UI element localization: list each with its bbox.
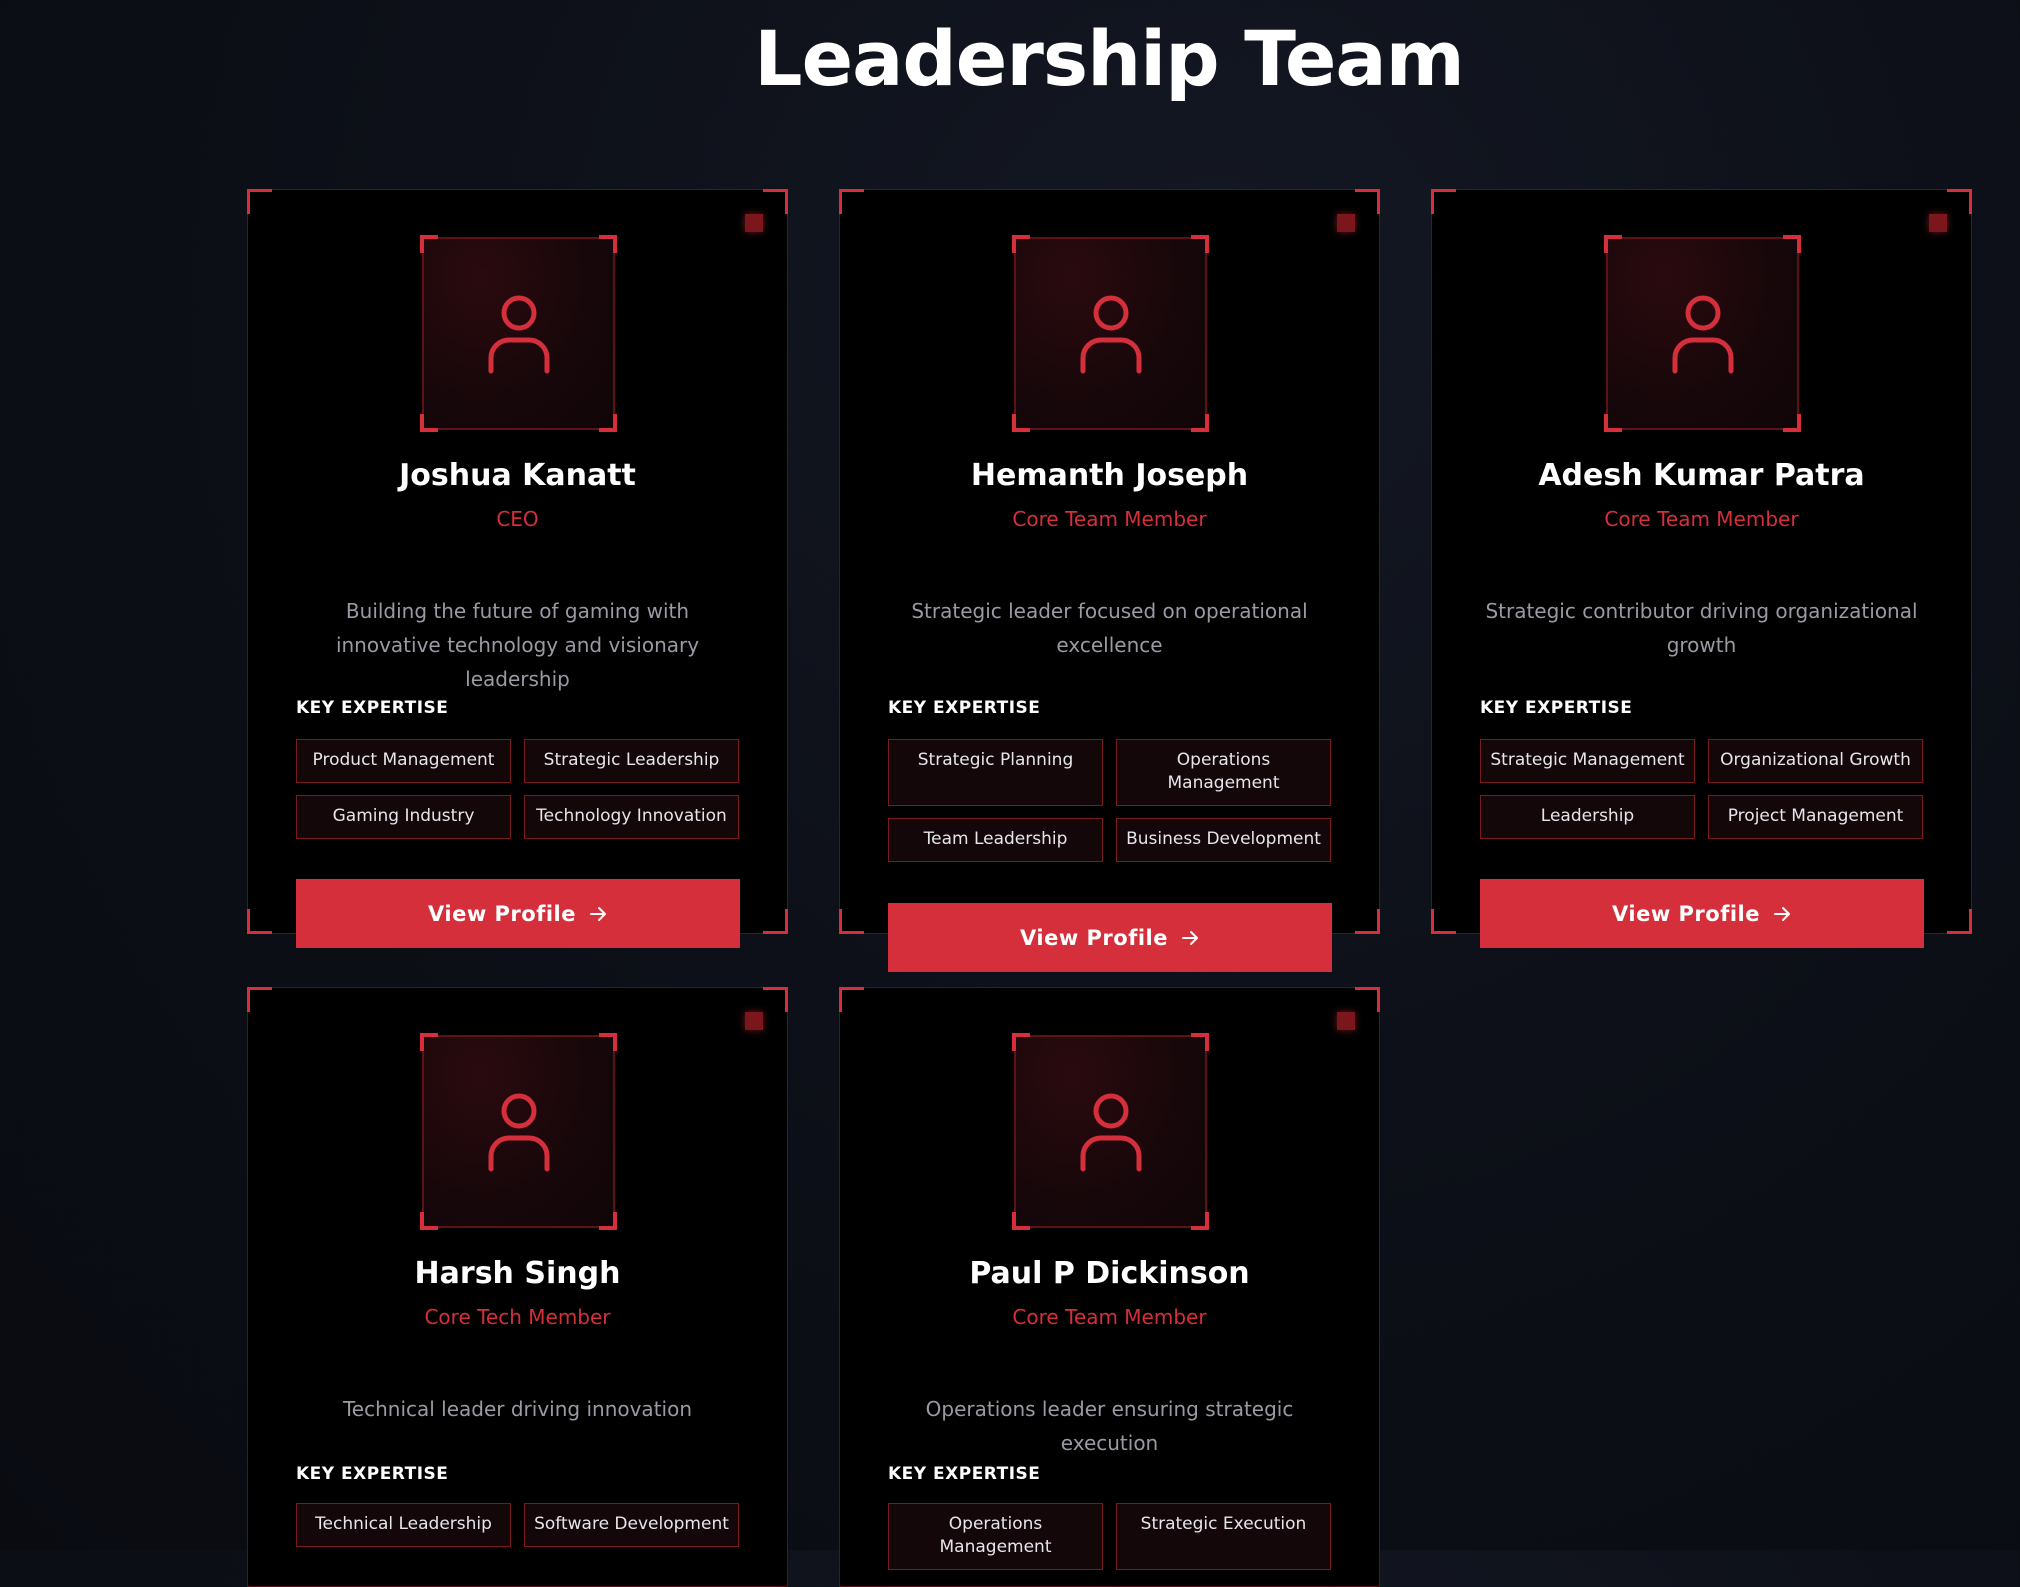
expertise-heading: KEY EXPERTISE: [296, 698, 449, 718]
member-description: Technical leader driving innovation: [342, 1397, 693, 1421]
view-profile-label: View Profile: [1612, 901, 1760, 926]
expertise-tag: Product Management: [296, 739, 511, 783]
expertise-tag: Organizational Growth: [1708, 739, 1923, 783]
expertise-tag: Operations Management: [1116, 739, 1331, 806]
expertise-tag: Software Development: [524, 1503, 739, 1547]
card-corner-bracket: [1355, 987, 1380, 1012]
card-corner-bracket: [1947, 189, 1972, 214]
expertise-heading: KEY EXPERTISE: [296, 1464, 449, 1484]
card-corner-bracket: [247, 909, 272, 934]
avatar: [1012, 1033, 1209, 1230]
team-card-harsh-singh: Harsh Singh Core Tech Member Technical l…: [247, 987, 788, 1587]
card-corner-bracket: [763, 909, 788, 934]
view-profile-button[interactable]: View Profile: [1480, 879, 1924, 948]
view-profile-button[interactable]: View Profile: [296, 879, 740, 948]
card-corner-bracket: [839, 909, 864, 934]
arrow-right-icon: [1772, 904, 1792, 924]
expertise-tag: Technical Leadership: [296, 1503, 511, 1547]
card-corner-bracket: [1355, 189, 1380, 214]
avatar: [1604, 235, 1801, 432]
member-name: Joshua Kanatt: [399, 458, 636, 493]
card-corner-bracket: [839, 987, 864, 1012]
user-icon: [488, 295, 549, 373]
user-icon: [1080, 1093, 1141, 1171]
view-profile-button[interactable]: View Profile: [888, 903, 1332, 972]
avatar: [420, 235, 617, 432]
card-corner-bracket: [1431, 189, 1456, 214]
member-role: Core Team Member: [1604, 507, 1799, 531]
page-title: Leadership Team: [754, 14, 1465, 103]
member-role: Core Team Member: [1012, 507, 1207, 531]
arrow-right-icon: [1180, 928, 1200, 948]
member-description: Strategic contributor driving organizati…: [1485, 599, 1918, 657]
expertise-heading: KEY EXPERTISE: [888, 698, 1041, 718]
expertise-tags: Operations Management Strategic Executio…: [888, 1503, 1332, 1570]
status-indicator: [745, 214, 763, 232]
avatar: [420, 1033, 617, 1230]
card-corner-bracket: [839, 189, 864, 214]
user-icon: [1672, 295, 1733, 373]
card-corner-bracket: [1355, 909, 1380, 934]
member-name: Harsh Singh: [414, 1256, 621, 1291]
member-role: CEO: [496, 507, 539, 531]
card-corner-bracket: [247, 189, 272, 214]
team-card-hemanth-joseph: Hemanth Joseph Core Team Member Strategi…: [839, 189, 1380, 972]
expertise-tags: Strategic Management Organizational Grow…: [1480, 739, 1924, 839]
expertise-tag: Strategic Leadership: [524, 739, 739, 783]
expertise-tag: Team Leadership: [888, 818, 1103, 862]
member-name: Paul P Dickinson: [969, 1256, 1250, 1291]
status-indicator: [1337, 214, 1355, 232]
user-icon: [1080, 295, 1141, 373]
expertise-tag: Business Development: [1116, 818, 1331, 862]
expertise-heading: KEY EXPERTISE: [1480, 698, 1633, 718]
view-profile-label: View Profile: [1020, 925, 1168, 950]
expertise-tag: Leadership: [1480, 795, 1695, 839]
team-card-adesh-kumar-patra: Adesh Kumar Patra Core Team Member Strat…: [1431, 189, 1972, 948]
expertise-tag: Strategic Planning: [888, 739, 1103, 806]
expertise-tags: Technical Leadership Software Developmen…: [296, 1503, 740, 1547]
member-name: Adesh Kumar Patra: [1538, 458, 1865, 493]
team-card-joshua-kanatt: Joshua Kanatt CEO Building the future of…: [247, 189, 788, 948]
status-indicator: [745, 1012, 763, 1030]
member-description: Building the future of gaming with innov…: [335, 599, 700, 691]
expertise-tag: Technology Innovation: [524, 795, 739, 839]
status-indicator: [1337, 1012, 1355, 1030]
member-description: Strategic leader focused on operational …: [911, 599, 1308, 657]
expertise-tag: Operations Management: [888, 1503, 1103, 1570]
member-name: Hemanth Joseph: [970, 458, 1249, 493]
member-role: Core Team Member: [1012, 1305, 1207, 1329]
status-indicator: [1929, 214, 1947, 232]
user-icon: [488, 1093, 549, 1171]
view-profile-label: View Profile: [428, 901, 576, 926]
expertise-tag: Gaming Industry: [296, 795, 511, 839]
expertise-tags: Strategic Planning Operations Management…: [888, 739, 1332, 862]
member-role: Core Tech Member: [424, 1305, 611, 1329]
expertise-tag: Project Management: [1708, 795, 1923, 839]
card-corner-bracket: [763, 987, 788, 1012]
expertise-tag: Strategic Execution: [1116, 1503, 1331, 1570]
card-corner-bracket: [1947, 909, 1972, 934]
avatar: [1012, 235, 1209, 432]
team-card-paul-p-dickinson: Paul P Dickinson Core Team Member Operat…: [839, 987, 1380, 1587]
expertise-tags: Product Management Strategic Leadership …: [296, 739, 740, 839]
card-corner-bracket: [763, 189, 788, 214]
member-description: Operations leader ensuring strategic exe…: [925, 1397, 1294, 1455]
expertise-tag: Strategic Management: [1480, 739, 1695, 783]
card-corner-bracket: [1431, 909, 1456, 934]
expertise-heading: KEY EXPERTISE: [888, 1464, 1041, 1484]
arrow-right-icon: [588, 904, 608, 924]
card-corner-bracket: [247, 987, 272, 1012]
